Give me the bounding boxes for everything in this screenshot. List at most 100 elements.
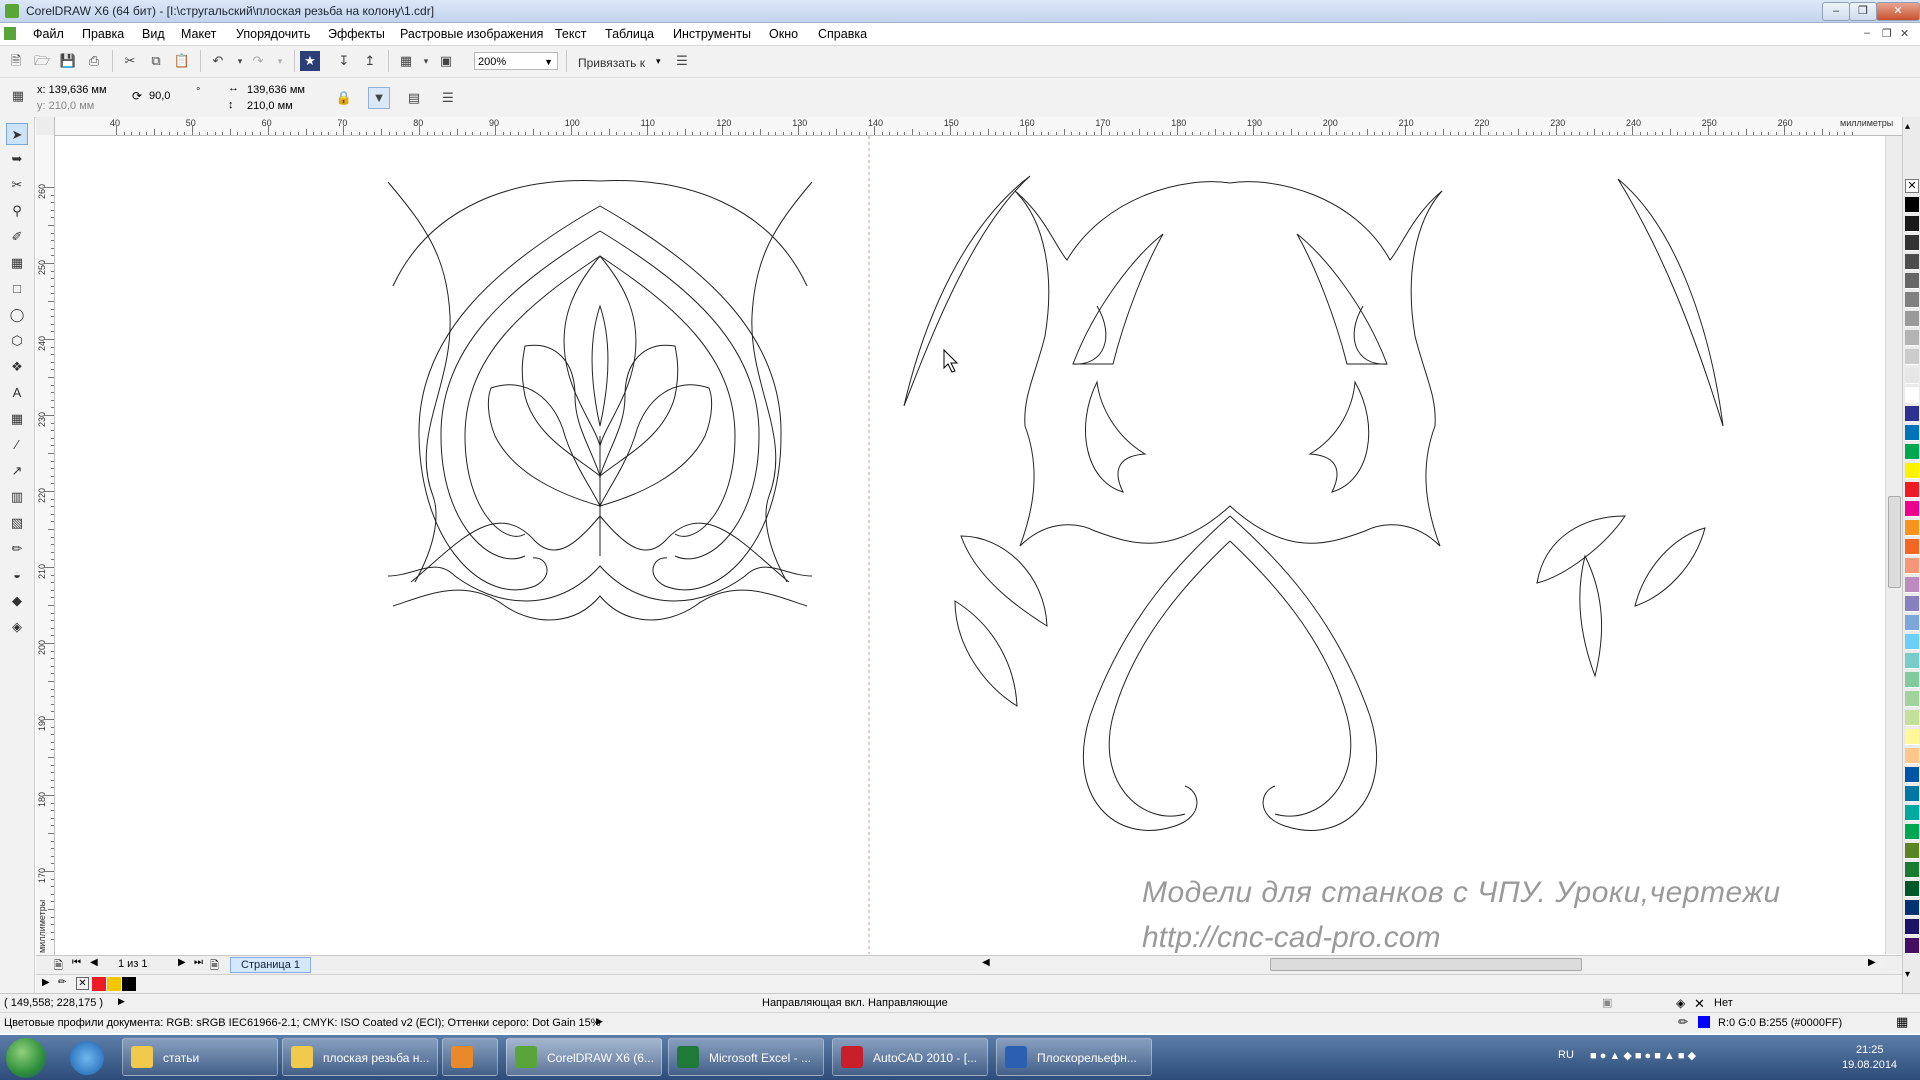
- taskbar-item-coreldraw[interactable]: CorelDRAW X6 (6...: [506, 1038, 662, 1076]
- palette-swatch[interactable]: [1905, 520, 1919, 536]
- ellipse-tool-icon[interactable]: ◯: [6, 304, 28, 326]
- palette-swatch[interactable]: [1905, 368, 1919, 384]
- taskbar-item-folder[interactable]: плоская резьба н...: [282, 1038, 438, 1076]
- export-icon[interactable]: ↥: [360, 51, 380, 71]
- profiles-expand-icon[interactable]: ▶: [596, 1016, 603, 1027]
- tray-icons[interactable]: ■ ● ▲ ◆ ■ ● ■ ▲ ■ ◆: [1590, 1049, 1696, 1062]
- left-ornament[interactable]: [387, 179, 813, 621]
- close-button[interactable]: ✕: [1876, 2, 1920, 21]
- open-folder-icon[interactable]: 🗁: [32, 51, 52, 71]
- lock-ratio-icon[interactable]: 🔒: [334, 88, 354, 108]
- pick-tool-icon[interactable]: ➤: [6, 123, 28, 145]
- menu-window[interactable]: Окно: [769, 27, 798, 41]
- palette-swatch[interactable]: [1905, 786, 1919, 802]
- palette-swatch[interactable]: [1905, 691, 1919, 707]
- object-origin-icon[interactable]: ▦: [8, 86, 28, 106]
- snap-dropdown-icon[interactable]: ▾: [656, 56, 661, 67]
- shape-tool-icon[interactable]: ➥: [6, 148, 28, 170]
- redo-icon[interactable]: ↷: [248, 51, 268, 71]
- palette-swatch[interactable]: [1905, 349, 1919, 365]
- text-tool-icon[interactable]: A: [6, 382, 28, 404]
- menu-file[interactable]: Файл: [33, 27, 64, 41]
- palette-swatch[interactable]: [1905, 748, 1919, 764]
- palette-swatch[interactable]: [1905, 558, 1919, 574]
- vertical-scroll-thumb[interactable]: [1888, 496, 1901, 588]
- next-page-icon[interactable]: ▶: [178, 957, 186, 968]
- rectangle-tool-icon[interactable]: □: [6, 278, 28, 300]
- last-page-icon[interactable]: ⏭: [194, 957, 203, 968]
- zoom-level-select[interactable]: 200% ▼: [474, 52, 558, 70]
- paste-icon[interactable]: 📋: [172, 51, 192, 71]
- palette-swatch[interactable]: [1905, 463, 1919, 479]
- smart-fill-icon[interactable]: ▦: [6, 252, 28, 274]
- restore-button[interactable]: ❐: [1849, 2, 1877, 21]
- taskbar-item-word[interactable]: Плоскорельефн...: [996, 1038, 1152, 1076]
- rotation-angle-field[interactable]: 90,0: [146, 87, 192, 105]
- import-icon[interactable]: ↧: [334, 51, 354, 71]
- doc-palette-arrow-icon[interactable]: ▶: [42, 977, 50, 988]
- redo-dropdown-icon[interactable]: ▾: [270, 51, 290, 71]
- menu-text[interactable]: Текст: [555, 27, 586, 41]
- print-icon[interactable]: ⎙: [84, 51, 104, 71]
- palette-swatch[interactable]: [1905, 596, 1919, 612]
- interactive-fill-icon[interactable]: ◈: [6, 616, 28, 638]
- palette-swatch[interactable]: [1905, 406, 1919, 422]
- tray-cdr-icon[interactable]: ▦: [1896, 1014, 1908, 1030]
- zoom-tool-icon[interactable]: ⚲: [6, 200, 28, 222]
- palette-swatch[interactable]: [1905, 311, 1919, 327]
- basic-shapes-icon[interactable]: ❖: [6, 356, 28, 378]
- application-launcher-icon[interactable]: ▦: [396, 51, 416, 71]
- palette-swatch[interactable]: [1905, 254, 1919, 270]
- doc-palette-none-swatch[interactable]: ✕: [76, 977, 89, 990]
- palette-swatch[interactable]: [1905, 919, 1919, 935]
- horizontal-scrollbar[interactable]: ◀ ▶: [980, 957, 1885, 971]
- launcher-dropdown-icon[interactable]: ▾: [416, 51, 436, 71]
- palette-swatch[interactable]: [1905, 900, 1919, 916]
- palette-swatch[interactable]: [1905, 710, 1919, 726]
- palette-swatch[interactable]: [1905, 216, 1919, 232]
- palette-swatch[interactable]: [1905, 197, 1919, 213]
- palette-swatch[interactable]: [1905, 539, 1919, 555]
- doc-restore-button[interactable]: ❐: [1882, 27, 1892, 40]
- palette-swatch[interactable]: [1905, 938, 1919, 954]
- palette-swatch[interactable]: [1905, 425, 1919, 441]
- menu-edit[interactable]: Правка: [82, 27, 124, 41]
- taskbar-item-autocad[interactable]: AutoCAD 2010 - [...: [832, 1038, 988, 1076]
- menu-table[interactable]: Таблица: [605, 27, 654, 41]
- palette-swatch[interactable]: [1905, 881, 1919, 897]
- eyedropper-tool-icon[interactable]: ✏: [6, 538, 28, 560]
- save-icon[interactable]: 💾: [58, 51, 78, 71]
- palette-swatch[interactable]: [1905, 387, 1919, 403]
- clock-time[interactable]: 21:25: [1856, 1044, 1884, 1056]
- palette-swatch[interactable]: [1905, 292, 1919, 308]
- doc-swatch-red[interactable]: [92, 977, 106, 991]
- internet-explorer-icon[interactable]: [70, 1041, 104, 1075]
- palette-swatch[interactable]: [1905, 672, 1919, 688]
- menu-tools[interactable]: Инструменты: [673, 27, 751, 41]
- crop-tool-icon[interactable]: ✂: [6, 174, 28, 196]
- document-icon[interactable]: [4, 27, 16, 40]
- guideline-options-icon[interactable]: ☰: [438, 88, 458, 108]
- palette-swatch[interactable]: [1905, 501, 1919, 517]
- menu-arrange[interactable]: Упорядочить: [236, 27, 310, 41]
- search-content-icon[interactable]: ★: [300, 51, 320, 71]
- undo-dropdown-icon[interactable]: ▾: [230, 51, 250, 71]
- clock-date[interactable]: 19.08.2014: [1842, 1059, 1897, 1071]
- horizontal-ruler[interactable]: 40 50 60 70 80 90 100 110 120 130 140 150 160 170 180 1…: [36, 117, 1902, 136]
- palette-swatch[interactable]: [1905, 862, 1919, 878]
- ruler-origin-icon[interactable]: [36, 117, 55, 136]
- coreldraw-app-icon[interactable]: [5, 4, 19, 18]
- copy-icon[interactable]: ⧉: [146, 51, 166, 71]
- doc-swatch-yellow[interactable]: [107, 977, 121, 991]
- menu-help[interactable]: Справка: [818, 27, 867, 41]
- palette-swatch[interactable]: [1905, 273, 1919, 289]
- palette-swatch[interactable]: [1905, 235, 1919, 251]
- new-document-icon[interactable]: 🗎: [6, 51, 26, 71]
- color-profiles-info[interactable]: Цветовые профили документа: RGB: sRGB IE…: [4, 1017, 601, 1029]
- table-tool-icon[interactable]: ▦: [6, 408, 28, 430]
- drawing-canvas[interactable]: [55, 136, 1885, 954]
- first-page-icon[interactable]: ⏮: [72, 957, 81, 968]
- palette-swatch[interactable]: [1905, 767, 1919, 783]
- palette-scroll-up-icon[interactable]: ▴: [1905, 121, 1910, 132]
- height-field[interactable]: 210,0 мм: [244, 97, 316, 115]
